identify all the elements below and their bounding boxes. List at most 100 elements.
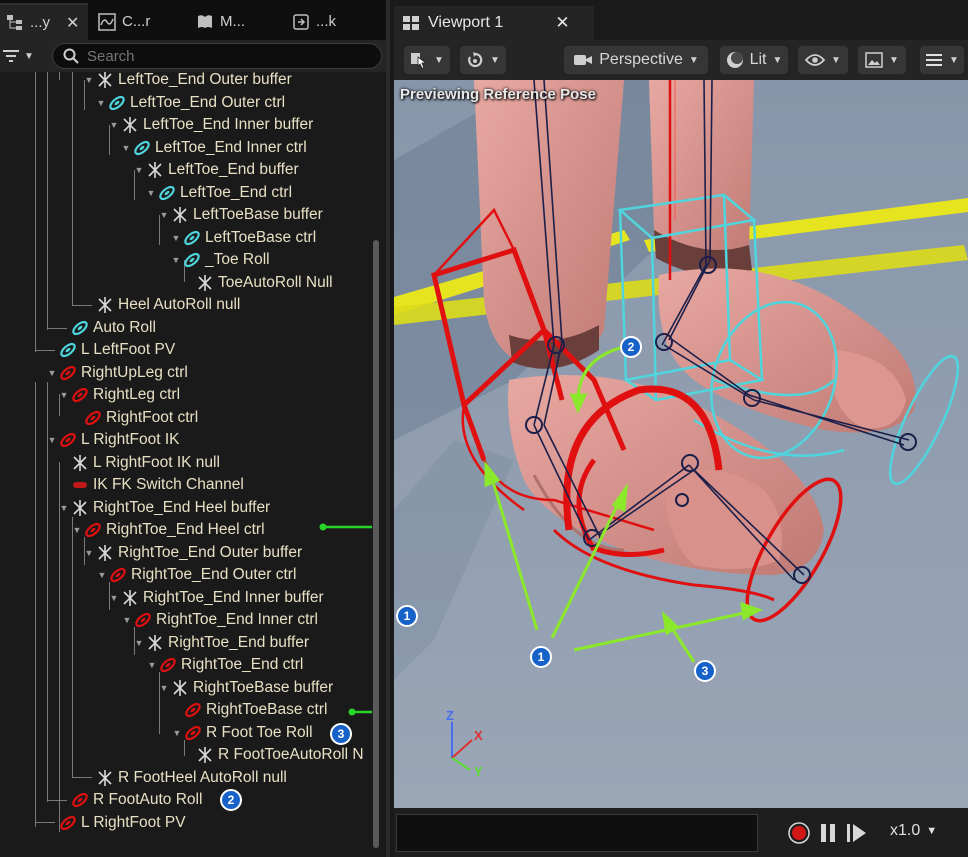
step-forward-icon[interactable] (846, 823, 868, 843)
expand-arrow-icon[interactable]: ▼ (109, 593, 119, 603)
tree-item[interactable]: ▼ RightToe_End Inner buffer (109, 587, 324, 609)
tree-item[interactable]: RightToeBase ctrl (184, 699, 327, 721)
tab-curve[interactable]: C...r (92, 3, 188, 40)
expand-arrow-icon[interactable]: ▼ (147, 660, 157, 670)
callout-badge: 2 (220, 789, 242, 811)
expand-arrow-icon[interactable]: ▼ (97, 570, 107, 580)
show-flags-button[interactable]: ▼ (798, 46, 848, 74)
expand-arrow-icon[interactable]: ▼ (59, 390, 69, 400)
tree-item-label: R FootAuto Roll (93, 791, 203, 808)
select-mode-button[interactable]: ▼ (404, 46, 450, 74)
tree-item[interactable]: ▼ LeftToeBase buffer (159, 204, 323, 226)
search-input[interactable] (87, 47, 367, 65)
perspective-button[interactable]: Perspective ▼ (564, 46, 708, 74)
expand-arrow-icon[interactable]: ▼ (146, 188, 156, 198)
expand-arrow-icon[interactable]: ▼ (134, 638, 144, 648)
tree-item[interactable]: ▼ RightToe_End ctrl (147, 654, 304, 676)
tree-item[interactable]: R FootHeel AutoRoll null (96, 767, 287, 789)
tree-item-label: L RightFoot IK (81, 431, 180, 448)
timeline-field[interactable] (396, 814, 758, 852)
null-icon (121, 589, 139, 607)
playback-speed-dropdown[interactable]: x1.0 ▼ (890, 822, 937, 840)
tree-item[interactable]: ▼ LeftToeBase ctrl (171, 227, 317, 249)
expand-arrow-icon[interactable]: ▼ (47, 368, 57, 378)
expand-arrow-icon[interactable]: ▼ (96, 98, 106, 108)
viewport-menu-button[interactable]: ▼ (920, 46, 964, 74)
tree-item[interactable]: ▼ RightLeg ctrl (59, 384, 180, 406)
expand-arrow-icon[interactable]: ▼ (121, 143, 131, 153)
tree-item[interactable]: L RightFoot PV (59, 812, 186, 834)
tab-viewport[interactable]: Viewport 1 ✕ (394, 6, 594, 40)
tree-item[interactable]: ▼ R Foot Toe Roll (172, 722, 313, 744)
tree-item[interactable]: Auto Roll (71, 317, 156, 339)
viewport-3d-scene[interactable]: Previewing Reference Pose 1 1 2 3 Z X Y (394, 80, 968, 808)
tree-item[interactable]: ▼ LeftToe_End Inner buffer (109, 114, 313, 136)
transform-mode-button[interactable]: ▼ (460, 46, 506, 74)
expand-arrow-icon[interactable]: ▼ (134, 165, 144, 175)
tab-module[interactable]: M... (190, 3, 282, 40)
null-icon (96, 544, 114, 562)
tree-item[interactable]: L LeftFoot PV (59, 339, 175, 361)
tree-item[interactable]: ▼ LeftToe_End buffer (134, 159, 299, 181)
chevron-down-icon: ▼ (688, 54, 699, 66)
tree-item[interactable]: ▼ RightToe_End Outer buffer (84, 542, 302, 564)
tab-export[interactable]: ...k (286, 3, 382, 40)
expand-arrow-icon[interactable]: ▼ (172, 728, 182, 738)
tree-item[interactable]: ToeAutoRoll Null (196, 272, 333, 294)
search-field[interactable] (52, 43, 382, 69)
rig-scene-render (394, 80, 968, 808)
chevron-down-icon: ▼ (949, 54, 959, 66)
tree-item[interactable]: Heel AutoRoll null (96, 294, 240, 316)
scrollbar[interactable] (373, 240, 379, 848)
tree-item[interactable]: ▼ LeftToe_End Outer buffer (84, 72, 292, 91)
tree-item[interactable]: ▼ RightToe_End Heel ctrl (72, 519, 265, 541)
axis-x-label: X (474, 728, 483, 743)
close-icon[interactable]: ✕ (66, 13, 79, 33)
search-icon (63, 48, 79, 64)
tree-item[interactable]: ▼ RightToe_End buffer (134, 632, 309, 654)
expand-arrow-icon[interactable]: ▼ (159, 210, 169, 220)
tree-item[interactable]: ▼ LeftToe_End Outer ctrl (96, 92, 286, 114)
expand-arrow-icon[interactable]: ▼ (171, 255, 181, 265)
channel-icon (71, 476, 89, 494)
chevron-down-icon: ▼ (24, 50, 34, 62)
tree-item[interactable]: ▼ RightToe_End Inner ctrl (122, 609, 318, 631)
control-icon (183, 251, 201, 269)
tree-item-label: RightLeg ctrl (93, 386, 181, 403)
expand-arrow-icon[interactable]: ▼ (84, 75, 94, 85)
tree-item[interactable]: RightFoot ctrl (84, 407, 198, 429)
tree-item[interactable]: ▼ RightUpLeg ctrl (47, 362, 188, 384)
tree-item[interactable]: IK FK Switch Channel (71, 474, 244, 496)
screenshot-button[interactable]: ▼ (858, 46, 906, 74)
filter-button[interactable]: ▼ (2, 45, 42, 67)
tree-item[interactable]: ▼ L RightFoot IK (47, 429, 180, 451)
expand-arrow-icon[interactable]: ▼ (109, 120, 119, 130)
tree-item[interactable]: ▼ RightToe_End Heel buffer (59, 497, 270, 519)
tree-item-label: LeftToe_End Outer buffer (118, 72, 292, 88)
expand-arrow-icon[interactable]: ▼ (84, 548, 94, 558)
tree-item[interactable]: ▼ LeftToe_End Inner ctrl (121, 137, 307, 159)
expand-arrow-icon[interactable]: ▼ (47, 435, 57, 445)
tree-item[interactable]: ▼ RightToe_End Outer ctrl (97, 564, 297, 586)
tree-item[interactable]: ▼ LeftToe_End ctrl (146, 182, 292, 204)
control-icon (109, 566, 127, 584)
tree-item[interactable]: ▼ _Toe Roll (171, 249, 270, 271)
tree-item-label: RightToe_End Outer buffer (118, 543, 303, 561)
tab-rig-hierarchy[interactable]: ...y ✕ (0, 3, 88, 40)
tree-item[interactable]: ▼ RightToeBase buffer (159, 677, 333, 699)
callout-badge: 3 (694, 660, 716, 682)
tree-item[interactable]: R FootToeAutoRoll N (196, 744, 364, 766)
expand-arrow-icon[interactable]: ▼ (171, 233, 181, 243)
expand-arrow-icon[interactable]: ▼ (72, 525, 82, 535)
record-icon[interactable] (788, 822, 810, 844)
expand-arrow-icon[interactable]: ▼ (159, 683, 169, 693)
curve-icon (98, 12, 116, 31)
callout-badge: 1 (396, 605, 418, 627)
pause-icon[interactable] (820, 823, 836, 843)
lit-mode-button[interactable]: Lit ▼ (720, 46, 788, 74)
tree-item[interactable]: L RightFoot IK null (71, 452, 220, 474)
expand-arrow-icon[interactable]: ▼ (122, 615, 132, 625)
expand-arrow-icon[interactable]: ▼ (59, 503, 69, 513)
tree-item[interactable]: R FootAuto Roll (71, 789, 202, 811)
close-icon[interactable]: ✕ (555, 13, 569, 33)
